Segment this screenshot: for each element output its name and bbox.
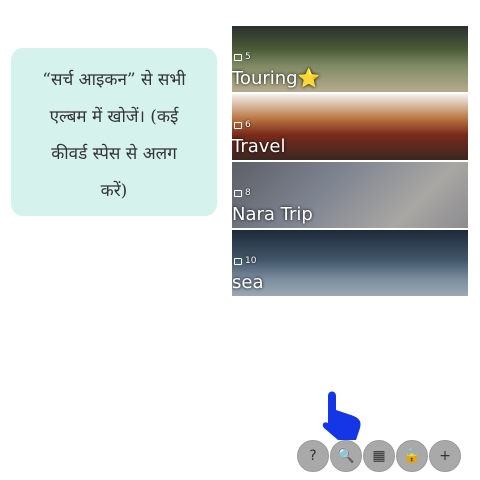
lock-icon: 🔒: [403, 448, 421, 464]
photo-count: 6: [234, 120, 251, 130]
plus-icon: +: [439, 448, 451, 464]
photo-icon: [234, 53, 242, 61]
add-button[interactable]: +: [429, 440, 461, 472]
photo-icon: [234, 121, 242, 129]
album-item-sea[interactable]: 10 sea: [232, 230, 468, 296]
photo-count: 5: [234, 52, 251, 62]
search-hint-tooltip: “सर्च आइकन” से सभी एल्बम में खोजें। (कई …: [11, 48, 217, 216]
tooltip-line: कीवर्ड स्पेस से अलग: [51, 144, 177, 164]
search-button[interactable]: 🔍: [330, 440, 362, 472]
photo-icon: [234, 189, 242, 197]
hand-pointer-icon: [322, 391, 361, 440]
toolbar: ? 🔍 ▦ 🔒 +: [297, 440, 461, 472]
photo-count-value: 8: [245, 188, 251, 198]
album-item-travel[interactable]: 6 Travel: [232, 94, 468, 160]
help-icon: ?: [309, 448, 317, 464]
album-thumbnail: [232, 230, 468, 296]
tooltip-line: “सर्च आइकन” से सभी: [42, 70, 186, 90]
album-name: Nara Trip: [232, 204, 313, 225]
album-name: Touring⭐: [232, 68, 321, 89]
search-icon: 🔍: [337, 448, 355, 464]
photo-icon: [234, 257, 242, 265]
grid-icon: ▦: [372, 448, 386, 464]
photo-count: 8: [234, 188, 251, 198]
tooltip-line: एल्बम में खोजें। (कई: [49, 107, 179, 127]
album-item-touring[interactable]: 5 Touring⭐: [232, 26, 468, 92]
photo-count: 10: [234, 256, 256, 266]
album-list: 5 Touring⭐ 6 Travel 8 Nara Trip 10 sea: [232, 26, 468, 298]
album-name: Travel: [232, 136, 286, 157]
album-name: sea: [232, 272, 264, 293]
tooltip-line: करें): [100, 181, 128, 201]
lock-button[interactable]: 🔒: [396, 440, 428, 472]
album-item-nara-trip[interactable]: 8 Nara Trip: [232, 162, 468, 228]
photo-count-value: 5: [245, 52, 251, 62]
photo-count-value: 6: [245, 120, 251, 130]
help-button[interactable]: ?: [297, 440, 329, 472]
photo-count-value: 10: [245, 256, 257, 266]
view-button[interactable]: ▦: [363, 440, 395, 472]
